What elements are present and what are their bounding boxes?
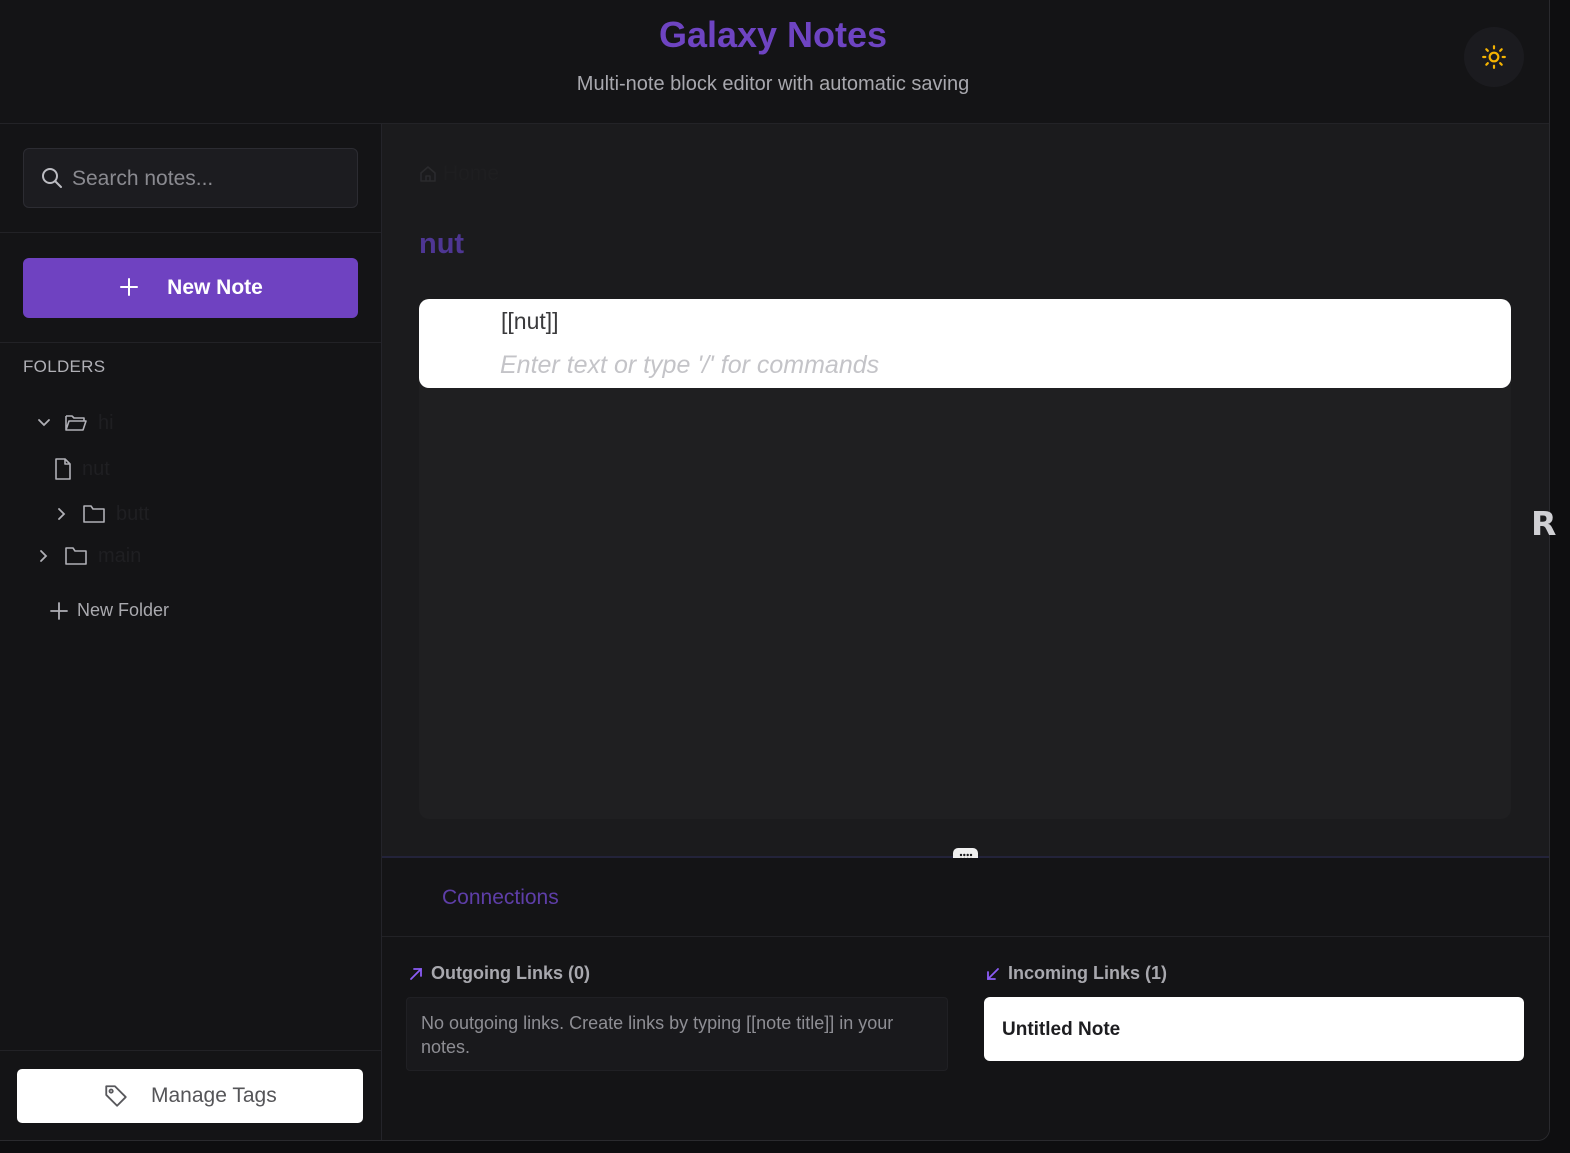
- folder-icon: [65, 547, 87, 565]
- main-editor-area: Home nut [[nut]] Enter text or type '/' …: [382, 124, 1549, 857]
- breadcrumb-home[interactable]: Home: [443, 162, 499, 186]
- new-note-button[interactable]: New Note: [23, 258, 358, 318]
- file-icon: [55, 458, 71, 480]
- sidebar: New Note FOLDERS hi nut: [0, 124, 382, 1140]
- divider: [382, 936, 1549, 937]
- new-folder-button[interactable]: New Folder: [50, 600, 169, 621]
- chevron-down-icon[interactable]: [34, 413, 54, 433]
- incoming-links-label: Incoming Links (1): [1008, 963, 1168, 983]
- incoming-link-item[interactable]: Untitled Note: [984, 997, 1524, 1061]
- editor-block[interactable]: [[nut]] Enter text or type '/' for comma…: [419, 299, 1511, 388]
- divider: [0, 1050, 381, 1051]
- search-box: [23, 148, 358, 208]
- manage-tags-label: Manage Tags: [151, 1084, 277, 1107]
- tree-folder-butt[interactable]: butt: [52, 497, 149, 531]
- plus-icon: [50, 601, 68, 620]
- sun-icon: [1482, 45, 1506, 69]
- arrow-up-right-icon: [410, 967, 422, 980]
- block-placeholder[interactable]: Enter text or type '/' for commands: [500, 351, 879, 380]
- tree-note-name: nut: [82, 457, 110, 480]
- tree-folder-hi[interactable]: hi: [34, 406, 114, 440]
- chevron-right-icon[interactable]: [34, 546, 54, 566]
- search-input[interactable]: [72, 159, 342, 199]
- plus-icon: [120, 278, 138, 296]
- theme-toggle-button[interactable]: [1464, 27, 1524, 87]
- incoming-links-heading: Incoming Links (1): [986, 963, 1167, 984]
- app-window: Galaxy Notes Multi-note block editor wit…: [0, 0, 1550, 1141]
- folder-open-icon: [65, 415, 87, 431]
- divider: [0, 232, 381, 233]
- outgoing-links-label: Outgoing Links (0): [431, 963, 590, 983]
- manage-tags-button[interactable]: Manage Tags: [17, 1069, 363, 1123]
- tab-connections[interactable]: Connections: [442, 886, 559, 910]
- tree-folder-main[interactable]: main: [34, 539, 141, 573]
- app-title: Galaxy Notes: [658, 14, 888, 55]
- outgoing-links-heading: Outgoing Links (0): [409, 963, 590, 984]
- folders-heading: FOLDERS: [23, 357, 106, 376]
- side-overlay-letter: R: [1531, 504, 1557, 543]
- breadcrumb[interactable]: Home: [419, 162, 499, 186]
- new-folder-label: New Folder: [77, 600, 170, 620]
- incoming-link-title: Untitled Note: [1002, 1019, 1121, 1040]
- folder-icon: [83, 505, 105, 523]
- note-title[interactable]: nut: [419, 228, 464, 261]
- tag-icon: [105, 1085, 127, 1107]
- app-header: Galaxy Notes Multi-note block editor wit…: [0, 0, 1549, 124]
- arrow-down-left-icon: [987, 967, 999, 980]
- tree-folder-name: main: [98, 544, 142, 567]
- home-icon: [420, 166, 436, 182]
- chevron-right-icon[interactable]: [52, 504, 72, 524]
- new-note-label: New Note: [167, 276, 263, 299]
- app-subtitle: Multi-note block editor with automatic s…: [576, 73, 970, 95]
- tree-note-nut[interactable]: nut: [54, 452, 110, 486]
- tree-folder-name: butt: [116, 502, 150, 525]
- tree-folder-name: hi: [98, 411, 114, 434]
- search-icon: [42, 168, 62, 188]
- block-content[interactable]: [[nut]]: [501, 308, 559, 335]
- outgoing-empty-message: No outgoing links. Create links by typin…: [406, 997, 948, 1071]
- divider: [0, 342, 381, 343]
- connections-panel: Connections Outgoing Links (0) No outgoi…: [382, 858, 1549, 1140]
- editor-card: [[nut]] Enter text or type '/' for comma…: [419, 299, 1511, 819]
